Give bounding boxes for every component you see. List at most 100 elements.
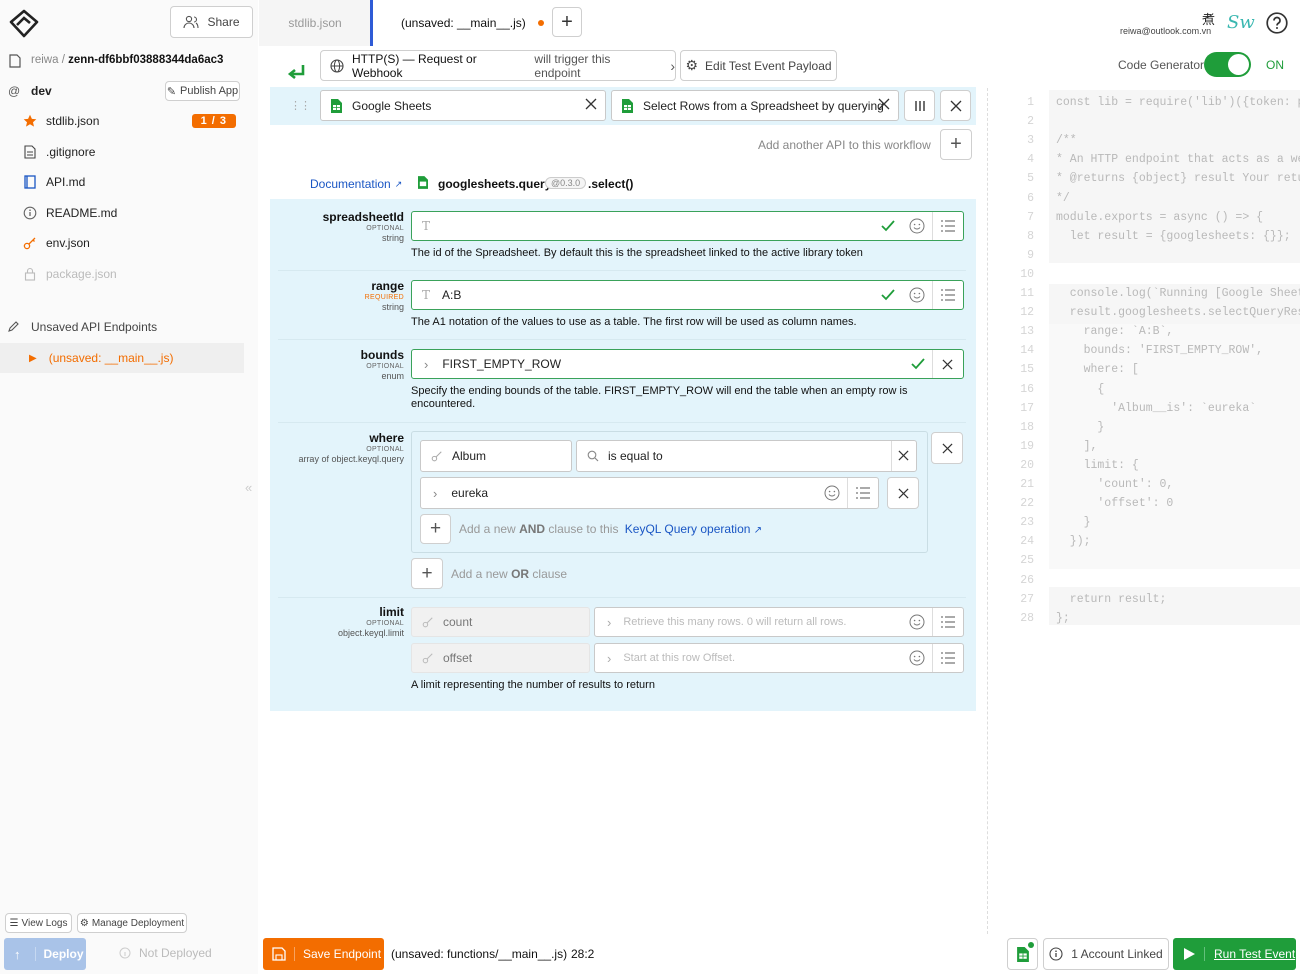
remove-or-clause-button[interactable]: [931, 432, 963, 464]
close-icon[interactable]: [585, 98, 597, 110]
line-number: 21: [1020, 478, 1034, 491]
list-icon[interactable]: [941, 652, 955, 664]
list-icon[interactable]: [941, 616, 955, 628]
sidebar-item-env-json[interactable]: env.json: [0, 228, 244, 258]
line-number: 17: [1020, 401, 1034, 415]
line-number: 15: [1020, 363, 1034, 377]
run-test-event-button[interactable]: Run Test Event: [1173, 938, 1296, 970]
smiley-icon[interactable]: [824, 485, 840, 501]
where-key-input[interactable]: Album: [420, 440, 572, 472]
drag-handle-icon[interactable]: ⋮⋮: [290, 99, 311, 112]
add-and-clause-button[interactable]: +: [420, 514, 451, 544]
range-label: range REQUIRED string: [270, 279, 404, 313]
remove-and-clause-button[interactable]: [887, 477, 919, 509]
method-suffix: .select(): [588, 177, 634, 191]
limit-count-input[interactable]: › Retrieve this many rows. 0 will return…: [594, 607, 964, 637]
save-endpoint-button[interactable]: Save Endpoint: [263, 938, 384, 970]
close-icon[interactable]: [942, 359, 953, 370]
code-line: 9: [1014, 246, 1056, 265]
help-icon[interactable]: [1266, 12, 1288, 34]
sidebar-item-unsaved-main[interactable]: ▶ (unsaved: __main__.js): [0, 343, 244, 373]
code-text: range: `A:B`,: [1056, 325, 1174, 339]
manage-deployment-button[interactable]: ⚙ Manage Deployment: [77, 913, 187, 933]
where-value-input[interactable]: › eureka: [420, 477, 879, 509]
method-selector[interactable]: Select Rows from a Spreadsheet by queryi…: [611, 90, 899, 121]
smiley-icon[interactable]: [909, 650, 925, 666]
key-label: offset: [443, 651, 473, 665]
text-part: Add a new: [459, 522, 516, 536]
close-icon: [897, 487, 909, 499]
breadcrumb-owner[interactable]: reiwa: [31, 54, 58, 66]
sidebar-item-api-md[interactable]: API.md: [0, 167, 244, 197]
google-sheets-icon: [622, 98, 633, 113]
remove-step-button[interactable]: [940, 90, 971, 121]
smiley-icon[interactable]: [909, 614, 925, 630]
accounts-linked-button[interactable]: 1 Account Linked: [1043, 938, 1169, 970]
tab-stdlib-json[interactable]: stdlib.json: [259, 0, 371, 46]
unsaved-dot-icon: [537, 20, 544, 26]
add-api-label: Add another API to this workflow: [758, 138, 931, 152]
text-part: clause to this: [548, 522, 619, 536]
limit-offset-input[interactable]: › Start at this row Offset.: [594, 643, 964, 673]
list-icon[interactable]: [941, 220, 955, 232]
line-number: 11: [1020, 287, 1034, 300]
code-text: limit: {: [1056, 458, 1139, 472]
code-generator-toggle[interactable]: [1204, 52, 1251, 77]
text-type-icon: T: [422, 288, 431, 302]
documentation-link[interactable]: Documentation ↗: [310, 177, 402, 191]
line-number: 23: [1020, 516, 1034, 530]
google-sheets-icon: [418, 176, 428, 189]
breadcrumb-project[interactable]: zenn-df6bbf03888344da6ac3: [68, 54, 223, 66]
tab-unsaved-main[interactable]: (unsaved: __main__.js): [373, 0, 545, 46]
collapse-sidebar-icon[interactable]: «: [245, 480, 252, 495]
code-text: where: [: [1056, 363, 1139, 377]
smiley-icon[interactable]: [909, 218, 925, 234]
share-button[interactable]: Share: [170, 6, 253, 38]
code-line: 8 let result = {googlesheets: {}};: [1014, 227, 1291, 246]
publish-app-label: Publish App: [180, 85, 239, 97]
bounds-select[interactable]: › FIRST_EMPTY_ROW: [411, 349, 964, 379]
pane-divider: [987, 88, 988, 934]
spreadsheetid-input[interactable]: T: [411, 211, 964, 241]
trigger-selector[interactable]: HTTP(S) — Request or Webhook will trigge…: [320, 50, 676, 81]
users-icon: [183, 15, 200, 29]
sidebar-item-package-json[interactable]: package.json: [0, 259, 244, 289]
close-icon[interactable]: [878, 98, 890, 110]
deploy-button[interactable]: ↑ Deploy: [4, 938, 86, 970]
list-icon[interactable]: [941, 289, 955, 301]
linked-service-button[interactable]: [1007, 938, 1038, 970]
play-icon: [1184, 948, 1195, 960]
unsaved-item-label: (unsaved: __main__.js): [48, 351, 174, 365]
line-number: 28: [1020, 611, 1034, 625]
range-input[interactable]: T A:B: [411, 280, 964, 310]
keyql-link[interactable]: KeyQL Query operation: [625, 522, 751, 536]
info-icon: [23, 206, 37, 220]
where-operator-select[interactable]: is equal to: [576, 440, 917, 472]
sidebar-item-readme-md[interactable]: README.md: [0, 198, 244, 228]
limit-label: limit OPTIONAL object.keyql.limit: [270, 605, 404, 639]
app-logo[interactable]: [8, 8, 40, 40]
api-selector[interactable]: Google Sheets: [320, 90, 606, 121]
sidebar-item-stdlib-json[interactable]: stdlib.json 1 / 3: [0, 106, 244, 136]
chevron-right-icon: ›: [424, 356, 429, 372]
add-or-clause-button[interactable]: +: [411, 558, 443, 589]
list-icon: ☰: [9, 917, 19, 929]
file-label: README.md: [46, 206, 118, 220]
view-logs-button[interactable]: ☰ View Logs: [5, 913, 72, 933]
close-icon: [950, 100, 962, 112]
new-tab-button[interactable]: +: [552, 7, 582, 37]
user-avatar[interactable]: Sw: [1227, 12, 1255, 33]
publish-app-button[interactable]: ✎ Publish App: [165, 81, 240, 101]
select-value: is equal to: [608, 449, 663, 463]
divider: [278, 339, 966, 340]
edit-test-event-payload-button[interactable]: ⚙ Edit Test Event Payload: [680, 50, 837, 81]
toggle-columns-button[interactable]: [904, 90, 935, 121]
add-api-button[interactable]: +: [940, 129, 972, 160]
close-icon[interactable]: [898, 450, 909, 461]
smiley-icon[interactable]: [909, 287, 925, 303]
trigger-type: HTTP(S) — Request or Webhook: [352, 51, 477, 80]
sidebar-item-gitignore[interactable]: .gitignore: [0, 137, 244, 167]
param-type: string: [381, 302, 404, 312]
list-icon[interactable]: [856, 487, 870, 499]
line-number: 25: [1020, 554, 1034, 568]
